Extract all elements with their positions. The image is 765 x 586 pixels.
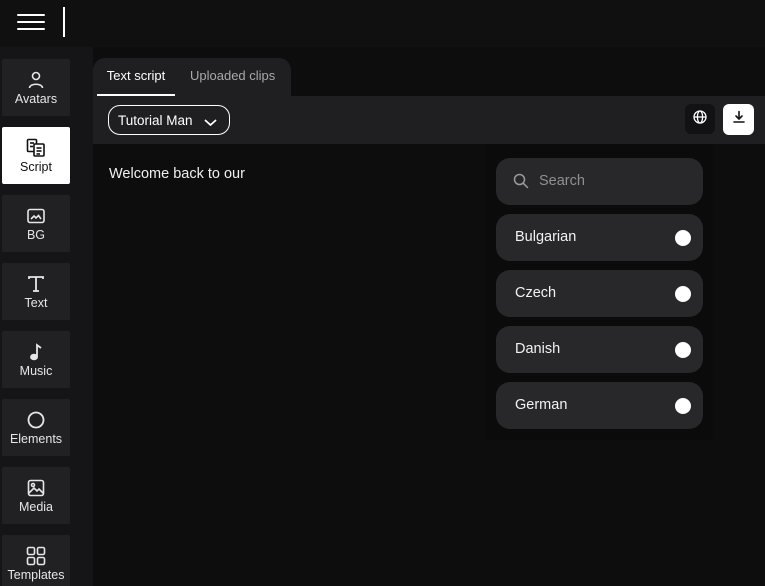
radio-indicator[interactable]	[675, 398, 691, 414]
download-button[interactable]	[723, 104, 754, 135]
sidebar-item-elements[interactable]: Elements	[2, 399, 70, 456]
globe-icon	[693, 109, 707, 129]
text-icon	[26, 274, 46, 294]
sidebar-item-media[interactable]: Media	[2, 467, 70, 524]
language-button[interactable]	[685, 104, 715, 134]
search-input[interactable]	[539, 170, 689, 192]
radio-indicator[interactable]	[675, 342, 691, 358]
music-note-icon	[26, 342, 46, 362]
sidebar-item-script[interactable]: Script	[2, 127, 70, 184]
language-name: Bulgarian	[515, 229, 577, 245]
script-toolbar: Tutorial Man	[93, 96, 765, 144]
chevron-down-icon	[204, 115, 217, 130]
download-icon	[732, 110, 746, 129]
tab-text-script[interactable]: Text script	[97, 58, 175, 96]
tab-bar: Text script Uploaded clips	[93, 58, 291, 96]
radio-indicator[interactable]	[675, 286, 691, 302]
sidebar-item-label: Media	[18, 500, 54, 514]
language-search[interactable]	[496, 158, 703, 205]
sidebar-item-avatars[interactable]: Avatars	[2, 59, 70, 116]
sidebar-item-templates[interactable]: Templates	[2, 535, 70, 586]
image-icon	[26, 478, 46, 498]
sidebar-item-label: Templates	[7, 568, 65, 582]
sidebar-item-label: BG	[26, 228, 46, 242]
sidebar-item-label: Elements	[9, 432, 63, 446]
circle-icon	[26, 410, 46, 430]
sidebar-item-music[interactable]: Music	[2, 331, 70, 388]
language-option-bulgarian[interactable]: Bulgarian	[496, 214, 703, 261]
user-icon	[26, 70, 46, 90]
tab-uploaded-clips[interactable]: Uploaded clips	[190, 58, 282, 96]
background-icon	[26, 206, 46, 226]
script-icon	[26, 138, 46, 158]
sidebar-item-text[interactable]: Text	[2, 263, 70, 320]
language-dropdown: Bulgarian Czech Danish German	[486, 144, 713, 440]
search-icon	[513, 173, 529, 194]
radio-indicator[interactable]	[675, 230, 691, 246]
sidebar-item-label: Text	[24, 296, 48, 310]
language-name: Danish	[515, 341, 561, 357]
language-name: German	[515, 397, 568, 413]
language-option-danish[interactable]: Danish	[496, 326, 703, 373]
templates-icon	[26, 546, 46, 566]
language-name: Czech	[515, 285, 557, 301]
divider	[63, 7, 65, 37]
language-option-czech[interactable]: Czech	[496, 270, 703, 317]
avatar-select-value: Tutorial Man	[118, 112, 193, 128]
language-option-german[interactable]: German	[496, 382, 703, 429]
sidebar-item-label: Avatars	[14, 92, 58, 106]
top-bar	[0, 0, 765, 47]
avatar-select[interactable]: Tutorial Man	[108, 105, 230, 135]
sidebar-item-bg[interactable]: BG	[2, 195, 70, 252]
sidebar: Avatars Script BG Text Music Elements Me…	[0, 47, 93, 586]
script-text[interactable]: Welcome back to our	[109, 166, 245, 182]
sidebar-item-label: Music	[19, 364, 53, 378]
sidebar-item-label: Script	[20, 160, 52, 174]
menu-icon[interactable]	[17, 13, 45, 33]
